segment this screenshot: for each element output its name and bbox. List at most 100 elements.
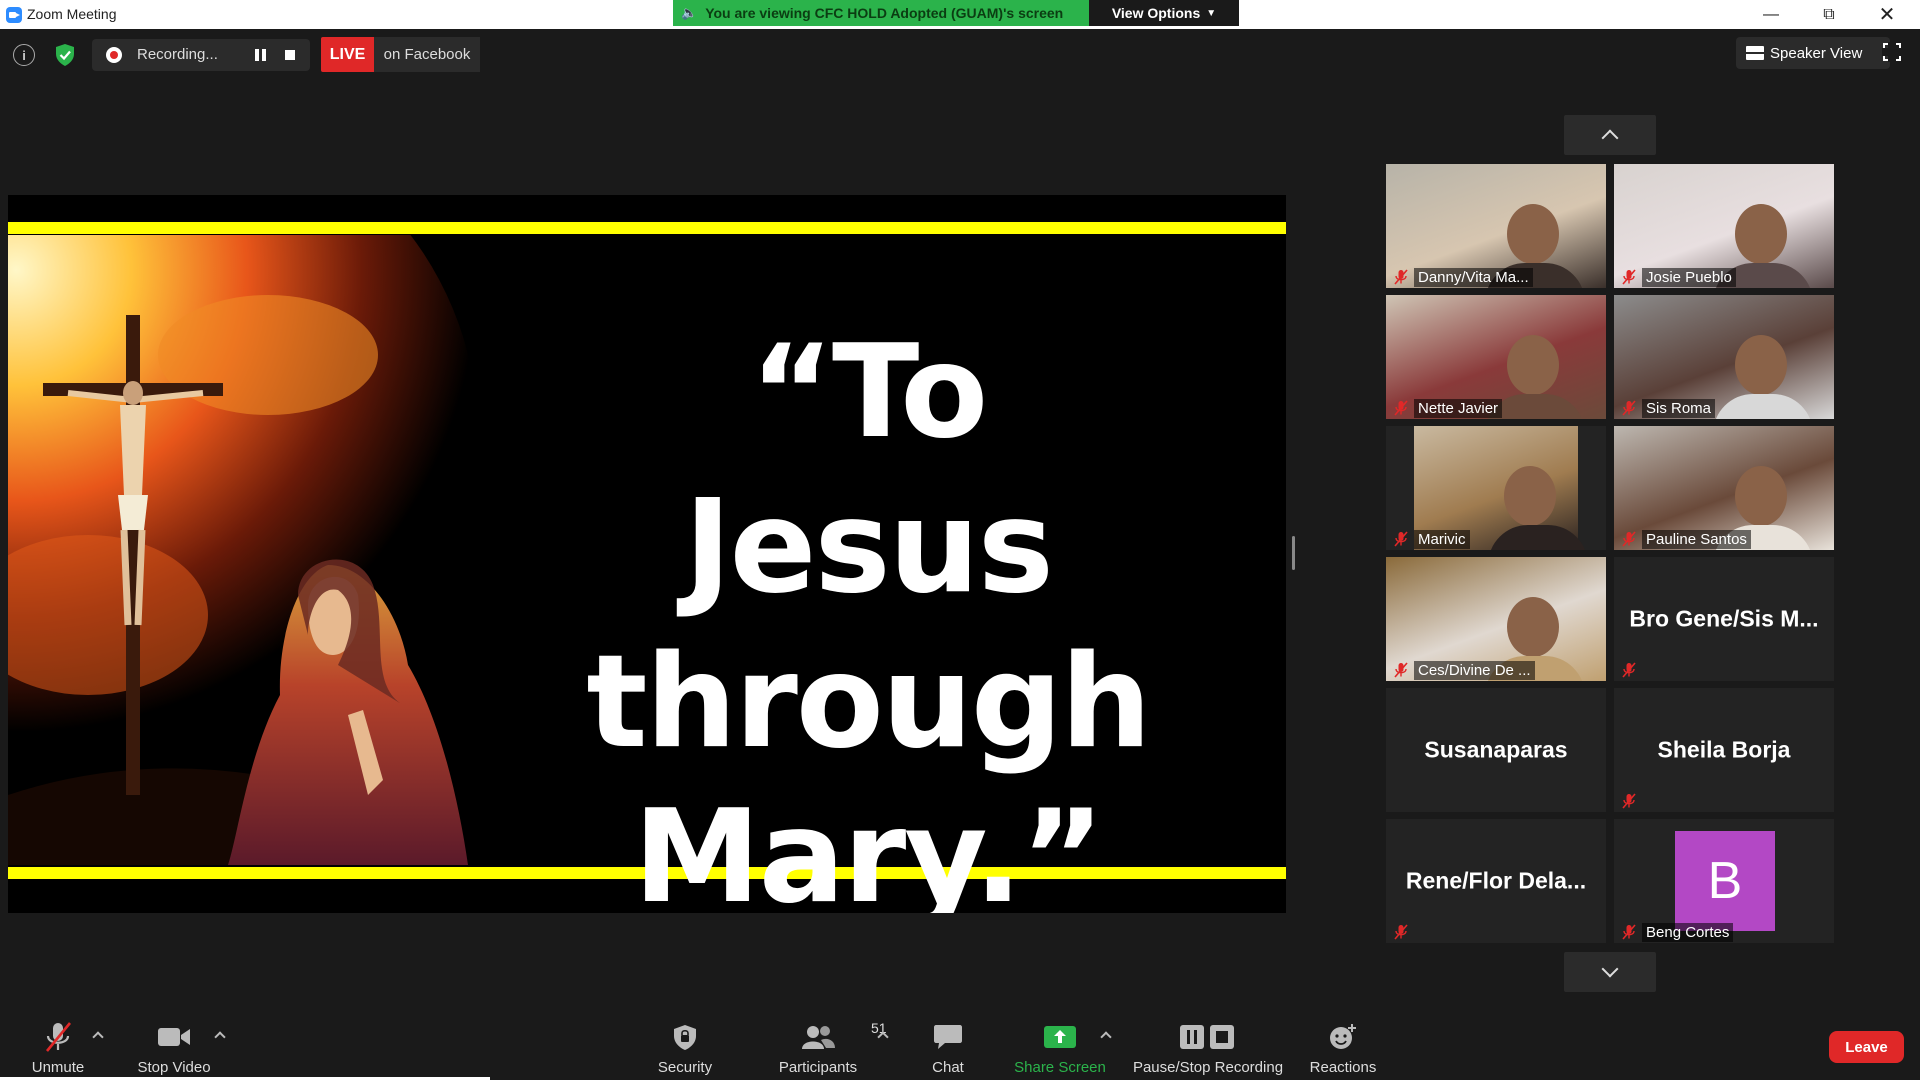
participant-tile[interactable]: Danny/Vita Ma... — [1386, 164, 1606, 288]
muted-mic-icon — [1622, 531, 1636, 547]
speaker-view-button[interactable]: Speaker View — [1736, 37, 1890, 69]
share-screen-label: Share Screen — [1014, 1059, 1106, 1076]
encryption-shield-icon[interactable] — [55, 43, 75, 67]
participant-name: Ces/Divine De ... — [1414, 661, 1535, 680]
chevron-up-icon — [1601, 129, 1619, 147]
participant-tile[interactable]: Bro Gene/Sis M... — [1614, 557, 1834, 681]
slide-quote: “To Jesus through Mary.” — [568, 315, 1168, 913]
pause-stop-recording-label: Pause/Stop Recording — [1132, 1059, 1284, 1076]
muted-mic-icon — [1394, 531, 1408, 547]
shared-screen: “To Jesus through Mary.” — [8, 195, 1286, 913]
participant-tile[interactable]: Josie Pueblo — [1614, 164, 1834, 288]
participant-body — [1487, 525, 1588, 550]
slide-line-3: Mary.” — [633, 783, 1104, 913]
participant-tile[interactable]: Susanaparas — [1386, 688, 1606, 812]
participant-tile[interactable]: Nette Javier — [1386, 295, 1606, 419]
participant-tile[interactable]: Sis Roma — [1614, 295, 1834, 419]
fullscreen-icon[interactable] — [1882, 42, 1902, 62]
participant-name: Pauline Santos — [1642, 530, 1751, 549]
video-camera-icon — [158, 1028, 190, 1046]
viewing-screen-banner: 🔈 You are viewing CFC HOLD Adopted (GUAM… — [673, 0, 1239, 26]
pause-recording-button[interactable] — [252, 47, 268, 63]
view-options-label: View Options — [1111, 5, 1201, 21]
gallery-scroll-down-button[interactable] — [1564, 952, 1656, 992]
participant-face — [1507, 596, 1559, 657]
muted-mic-icon — [1622, 400, 1636, 416]
chat-label: Chat — [932, 1059, 964, 1076]
speaker-view-label: Speaker View — [1770, 44, 1863, 62]
participant-face — [1735, 203, 1787, 264]
zoom-app-icon — [6, 7, 22, 23]
muted-mic-icon — [1622, 269, 1636, 285]
participants-label: Participants — [778, 1059, 858, 1076]
participant-face — [1504, 465, 1557, 526]
participant-face — [1507, 334, 1559, 395]
participant-tile[interactable]: Pauline Santos — [1614, 426, 1834, 550]
participants-icon — [802, 1026, 835, 1049]
restore-icon[interactable]: ⧉ — [1800, 0, 1858, 29]
unmute-button[interactable]: Unmute — [20, 1000, 96, 1080]
live-badge[interactable]: LIVE — [321, 37, 374, 72]
participant-face — [1507, 203, 1559, 264]
pause-stop-recording-button[interactable]: Pause/Stop Recording — [1130, 1000, 1286, 1080]
participant-name: Marivic — [1414, 530, 1470, 549]
participant-body — [1713, 394, 1813, 419]
participant-tile[interactable]: Ces/Divine De ... — [1386, 557, 1606, 681]
participant-tile[interactable]: Sheila Borja — [1614, 688, 1834, 812]
participant-name-large: Bro Gene/Sis M... — [1629, 605, 1819, 632]
participant-name: Beng Cortes — [1642, 923, 1734, 942]
chevron-down-icon: ▼ — [1206, 7, 1217, 19]
close-icon[interactable]: ✕ — [1858, 0, 1916, 29]
stop-video-button[interactable]: Stop Video — [128, 1000, 220, 1080]
chevron-down-icon — [1601, 960, 1619, 978]
reactions-label: Reactions — [1309, 1059, 1377, 1076]
muted-mic-icon — [1394, 924, 1408, 940]
gallery-scroll-up-button[interactable] — [1564, 115, 1656, 155]
muted-mic-icon — [1622, 924, 1636, 940]
reactions-smiley-icon — [1330, 1024, 1356, 1049]
security-button[interactable]: Security — [645, 1000, 725, 1080]
participants-options-caret[interactable] — [877, 1030, 887, 1040]
reactions-button[interactable]: Reactions — [1300, 1000, 1386, 1080]
participants-button[interactable]: 51 Participants — [768, 1000, 887, 1080]
slide-line-2: through — [586, 628, 1151, 777]
recording-dot-icon — [106, 47, 122, 63]
security-label: Security — [657, 1059, 713, 1076]
participant-tile[interactable]: B Beng Cortes — [1614, 819, 1834, 943]
slide-line-1: “To Jesus — [684, 318, 1054, 622]
participant-tile[interactable]: Marivic — [1386, 426, 1606, 550]
participant-name: Danny/Vita Ma... — [1414, 268, 1533, 287]
recording-indicator: Recording... — [92, 39, 310, 71]
muted-mic-icon — [1394, 400, 1408, 416]
live-destination[interactable]: on Facebook — [374, 37, 480, 72]
muted-microphone-icon — [45, 1022, 72, 1052]
participant-avatar: B — [1675, 831, 1775, 931]
view-options-button[interactable]: View Options ▼ — [1089, 0, 1239, 26]
minimize-icon[interactable]: — — [1742, 0, 1800, 29]
participant-name-large: Rene/Flor Dela... — [1405, 867, 1587, 894]
participant-tile[interactable]: Rene/Flor Dela... — [1386, 819, 1606, 943]
participant-name: Nette Javier — [1414, 399, 1503, 418]
muted-mic-icon — [1622, 793, 1636, 809]
window-title: Zoom Meeting — [27, 6, 117, 22]
video-options-caret[interactable] — [214, 1030, 224, 1040]
leave-button[interactable]: Leave — [1829, 1031, 1904, 1063]
meeting-toolbar: Unmute Stop Video Security 51 Participan… — [0, 1000, 1920, 1080]
muted-mic-icon — [1622, 662, 1636, 678]
share-options-caret[interactable] — [1100, 1030, 1110, 1040]
share-screen-button[interactable]: Share Screen — [1010, 1000, 1110, 1080]
share-screen-icon — [1044, 1026, 1076, 1048]
participant-name: Sis Roma — [1642, 399, 1716, 418]
unmute-label: Unmute — [31, 1059, 85, 1076]
participant-name-large: Susanaparas — [1424, 736, 1568, 763]
meeting-info-icon[interactable]: i — [13, 44, 35, 66]
participant-face — [1735, 465, 1787, 526]
stop-recording-button[interactable] — [285, 50, 295, 60]
speaker-icon: 🔈 — [681, 5, 698, 20]
split-resize-handle[interactable] — [1292, 536, 1295, 570]
slide-top-stripe — [8, 222, 1286, 234]
participant-face — [1735, 334, 1787, 395]
chat-bubble-icon — [934, 1025, 962, 1049]
audio-options-caret[interactable] — [92, 1030, 102, 1040]
chat-button[interactable]: Chat — [918, 1000, 978, 1080]
